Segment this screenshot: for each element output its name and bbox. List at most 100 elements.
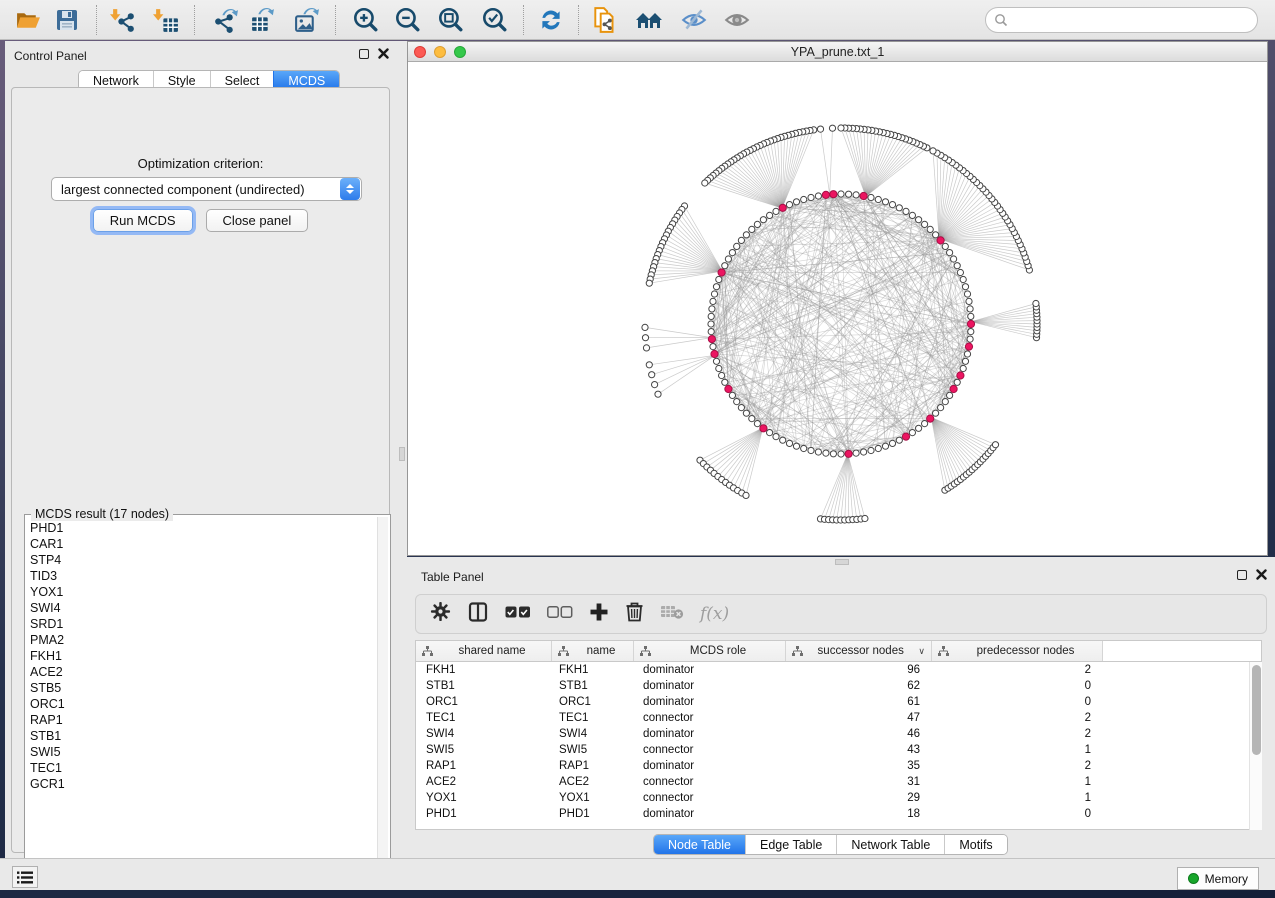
tab-network-table[interactable]: Network Table <box>836 835 944 854</box>
float-window-icon[interactable] <box>1237 570 1247 580</box>
open-file-button[interactable] <box>11 3 45 37</box>
first-neighbors-button[interactable] <box>632 3 666 37</box>
network-view[interactable] <box>408 63 1267 555</box>
table-row[interactable]: FKH1FKH1dominator962 <box>416 662 1261 678</box>
export-image-button[interactable] <box>289 3 323 37</box>
clone-network-button[interactable] <box>588 3 622 37</box>
mcds-node-item[interactable]: SWI5 <box>27 744 376 760</box>
close-panel-button[interactable]: Close panel <box>206 209 309 232</box>
table-row[interactable]: TEC1TEC1connector472 <box>416 710 1261 726</box>
tab-node-table[interactable]: Node Table <box>654 835 745 854</box>
table-row[interactable]: ACE2ACE2connector311 <box>416 774 1261 790</box>
table-row[interactable]: STB1STB1dominator620 <box>416 678 1261 694</box>
mcds-node-item[interactable]: GCR1 <box>27 776 376 792</box>
cell-predecessors: 1 <box>932 774 1103 790</box>
cytoscape-app: Control Panel NetworkStyleSelectMCDS Opt… <box>0 0 1275 898</box>
function-builder-button[interactable]: f(x) <box>700 604 729 624</box>
scrollbar-thumb[interactable] <box>1252 665 1261 755</box>
mcds-node-item[interactable]: PHD1 <box>27 520 376 536</box>
mcds-node-item[interactable]: ACE2 <box>27 664 376 680</box>
mcds-node-item[interactable]: STP4 <box>27 552 376 568</box>
close-panel-icon[interactable] <box>1256 569 1267 580</box>
zoom-fit-button[interactable] <box>433 3 467 37</box>
search-field[interactable] <box>985 7 1258 33</box>
criterion-dropdown[interactable]: largest connected component (undirected) <box>51 177 362 201</box>
mcds-node-item[interactable]: SRD1 <box>27 616 376 632</box>
tab-edge-table[interactable]: Edge Table <box>745 835 836 854</box>
mcds-result-box: MCDS result (17 nodes) PHD1CAR1STP4TID3Y… <box>24 514 391 880</box>
horizontal-splitter[interactable] <box>407 557 1275 566</box>
vertical-splitter[interactable] <box>397 41 407 858</box>
cell-shared_name: SWI4 <box>416 726 552 742</box>
export-table-button[interactable] <box>245 3 279 37</box>
zoom-selected-button[interactable] <box>477 3 511 37</box>
show-all-button[interactable] <box>720 3 754 37</box>
cell-shared_name: YOX1 <box>416 790 552 806</box>
network-titlebar[interactable]: YPA_prune.txt_1 <box>408 42 1267 62</box>
column-header-MCDS-role[interactable]: MCDS role <box>634 641 786 661</box>
mcds-node-item[interactable]: ORC1 <box>27 696 376 712</box>
import-network-button[interactable] <box>106 3 140 37</box>
delete-table-button[interactable] <box>660 603 684 625</box>
mcds-node-item[interactable]: STB1 <box>27 728 376 744</box>
mcds-node-item[interactable]: TEC1 <box>27 760 376 776</box>
mcds-node-item[interactable]: STB5 <box>27 680 376 696</box>
mcds-list-scrollbar[interactable] <box>377 517 388 877</box>
deselect-all-button[interactable] <box>547 605 573 624</box>
open-folder-icon <box>15 7 42 34</box>
status-bar: Memory <box>0 858 1275 890</box>
mcds-node-item[interactable]: FKH1 <box>27 648 376 664</box>
save-icon <box>54 7 80 33</box>
task-history-button[interactable] <box>12 866 38 888</box>
splitter-grip[interactable] <box>835 559 849 565</box>
export-network-button[interactable] <box>208 3 242 37</box>
search-input[interactable] <box>1008 10 1257 30</box>
close-panel-icon[interactable] <box>378 48 389 59</box>
table-row[interactable]: PHD1PHD1dominator180 <box>416 806 1261 822</box>
hide-selected-button[interactable] <box>677 3 711 37</box>
memory-button[interactable]: Memory <box>1177 867 1259 890</box>
splitter-grip[interactable] <box>399 447 405 461</box>
mcds-node-item[interactable]: PMA2 <box>27 632 376 648</box>
eye-slash-icon <box>680 6 708 34</box>
zoom-fit-icon <box>436 6 464 34</box>
control-panel: Control Panel NetworkStyleSelectMCDS Opt… <box>5 41 397 858</box>
cell-shared_name: ORC1 <box>416 694 552 710</box>
refresh-view-button[interactable] <box>534 3 568 37</box>
cell-role: connector <box>634 774 786 790</box>
import-table-button[interactable] <box>149 3 183 37</box>
mcds-node-item[interactable]: CAR1 <box>27 536 376 552</box>
zoom-out-button[interactable] <box>390 3 424 37</box>
add-column-button[interactable] <box>589 602 609 627</box>
mcds-node-item[interactable]: TID3 <box>27 568 376 584</box>
tab-motifs[interactable]: Motifs <box>944 835 1006 854</box>
mcds-node-item[interactable]: YOX1 <box>27 584 376 600</box>
column-header-shared-name[interactable]: shared name <box>416 641 552 661</box>
table-settings-button[interactable] <box>430 601 451 627</box>
table-body: FKH1FKH1dominator962STB1STB1dominator620… <box>416 662 1261 822</box>
delete-column-button[interactable] <box>625 601 644 627</box>
select-all-button[interactable] <box>505 605 531 624</box>
run-mcds-button[interactable]: Run MCDS <box>93 209 193 232</box>
cell-name: ORC1 <box>552 694 634 710</box>
houses-icon <box>634 6 664 34</box>
mcds-node-item[interactable]: SWI4 <box>27 600 376 616</box>
float-window-icon[interactable] <box>359 49 369 59</box>
column-header-successor-nodes[interactable]: successor nodes∨ <box>786 641 932 661</box>
dropdown-stepper-icon <box>340 178 360 200</box>
cell-name: TEC1 <box>552 710 634 726</box>
table-row[interactable]: SWI5SWI5connector431 <box>416 742 1261 758</box>
show-columns-button[interactable] <box>467 601 489 628</box>
table-scrollbar[interactable] <box>1249 662 1262 830</box>
mcds-result-list[interactable]: PHD1CAR1STP4TID3YOX1SWI4SRD1PMA2FKH1ACE2… <box>27 520 376 877</box>
column-header-predecessor-nodes[interactable]: predecessor nodes <box>932 641 1103 661</box>
column-header-name[interactable]: name <box>552 641 634 661</box>
table-row[interactable]: ORC1ORC1dominator610 <box>416 694 1261 710</box>
cell-predecessors: 2 <box>932 726 1103 742</box>
zoom-in-button[interactable] <box>348 3 382 37</box>
mcds-node-item[interactable]: RAP1 <box>27 712 376 728</box>
table-row[interactable]: SWI4SWI4dominator462 <box>416 726 1261 742</box>
table-row[interactable]: RAP1RAP1dominator352 <box>416 758 1261 774</box>
save-session-button[interactable] <box>50 3 84 37</box>
table-row[interactable]: YOX1YOX1connector291 <box>416 790 1261 806</box>
